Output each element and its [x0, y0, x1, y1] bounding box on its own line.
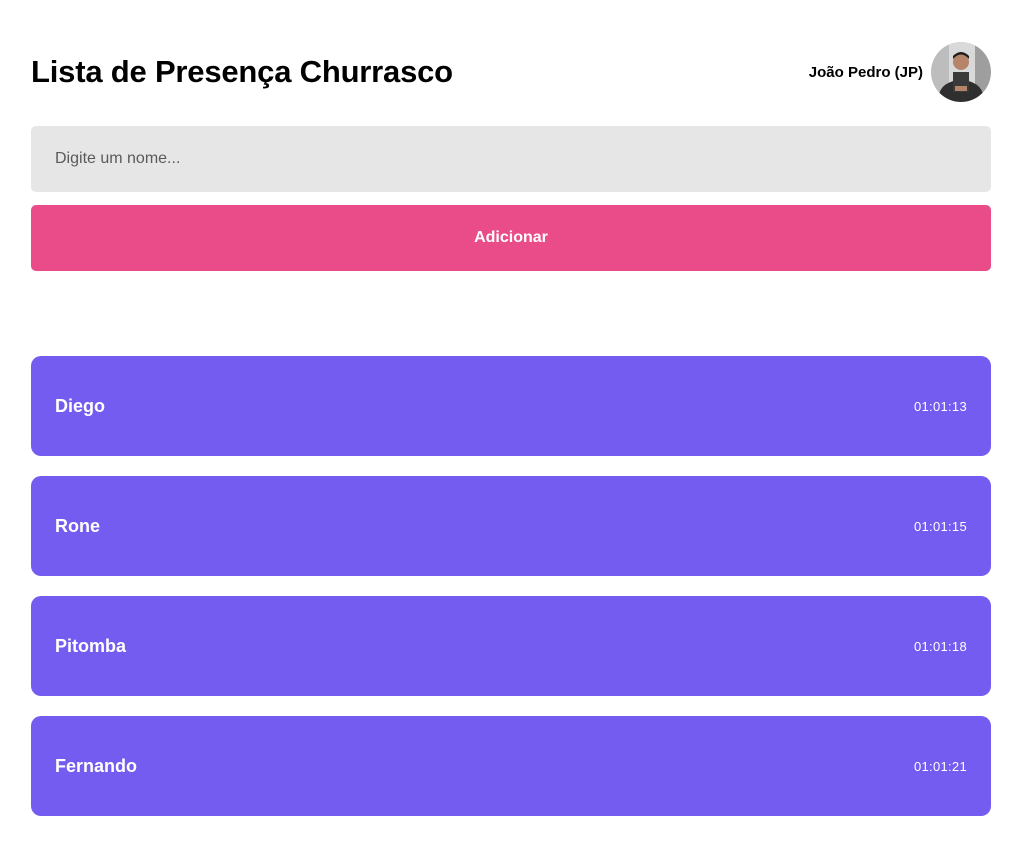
name-input[interactable]	[31, 126, 991, 192]
list-item-time: 01:01:21	[913, 758, 967, 774]
list-item: Pitomba 01:01:18	[31, 596, 991, 696]
user-name: João Pedro (JP)	[808, 63, 923, 81]
page-title: Lista de Presença Churrasco	[31, 54, 453, 89]
list-item-name: Pitomba	[55, 635, 127, 656]
list-item-time: 01:01:15	[913, 518, 967, 534]
list-item-name: Diego	[55, 395, 106, 416]
list-item: Rone 01:01:15	[31, 476, 991, 576]
page-header: Lista de Presença Churrasco João Pedro (…	[31, 40, 991, 104]
add-button[interactable]: Adicionar	[31, 205, 991, 271]
user-profile: João Pedro (JP)	[809, 42, 991, 102]
presence-list: Diego 01:01:13 Rone 01:01:15 Pitomba 01:…	[31, 356, 991, 816]
list-item-time: 01:01:13	[913, 398, 967, 414]
list-item: Diego 01:01:13	[31, 356, 991, 456]
avatar	[931, 42, 991, 102]
list-item: Fernando 01:01:21	[31, 716, 991, 816]
list-item-name: Fernando	[55, 755, 138, 776]
list-item-name: Rone	[55, 515, 100, 536]
list-item-time: 01:01:18	[913, 638, 967, 654]
